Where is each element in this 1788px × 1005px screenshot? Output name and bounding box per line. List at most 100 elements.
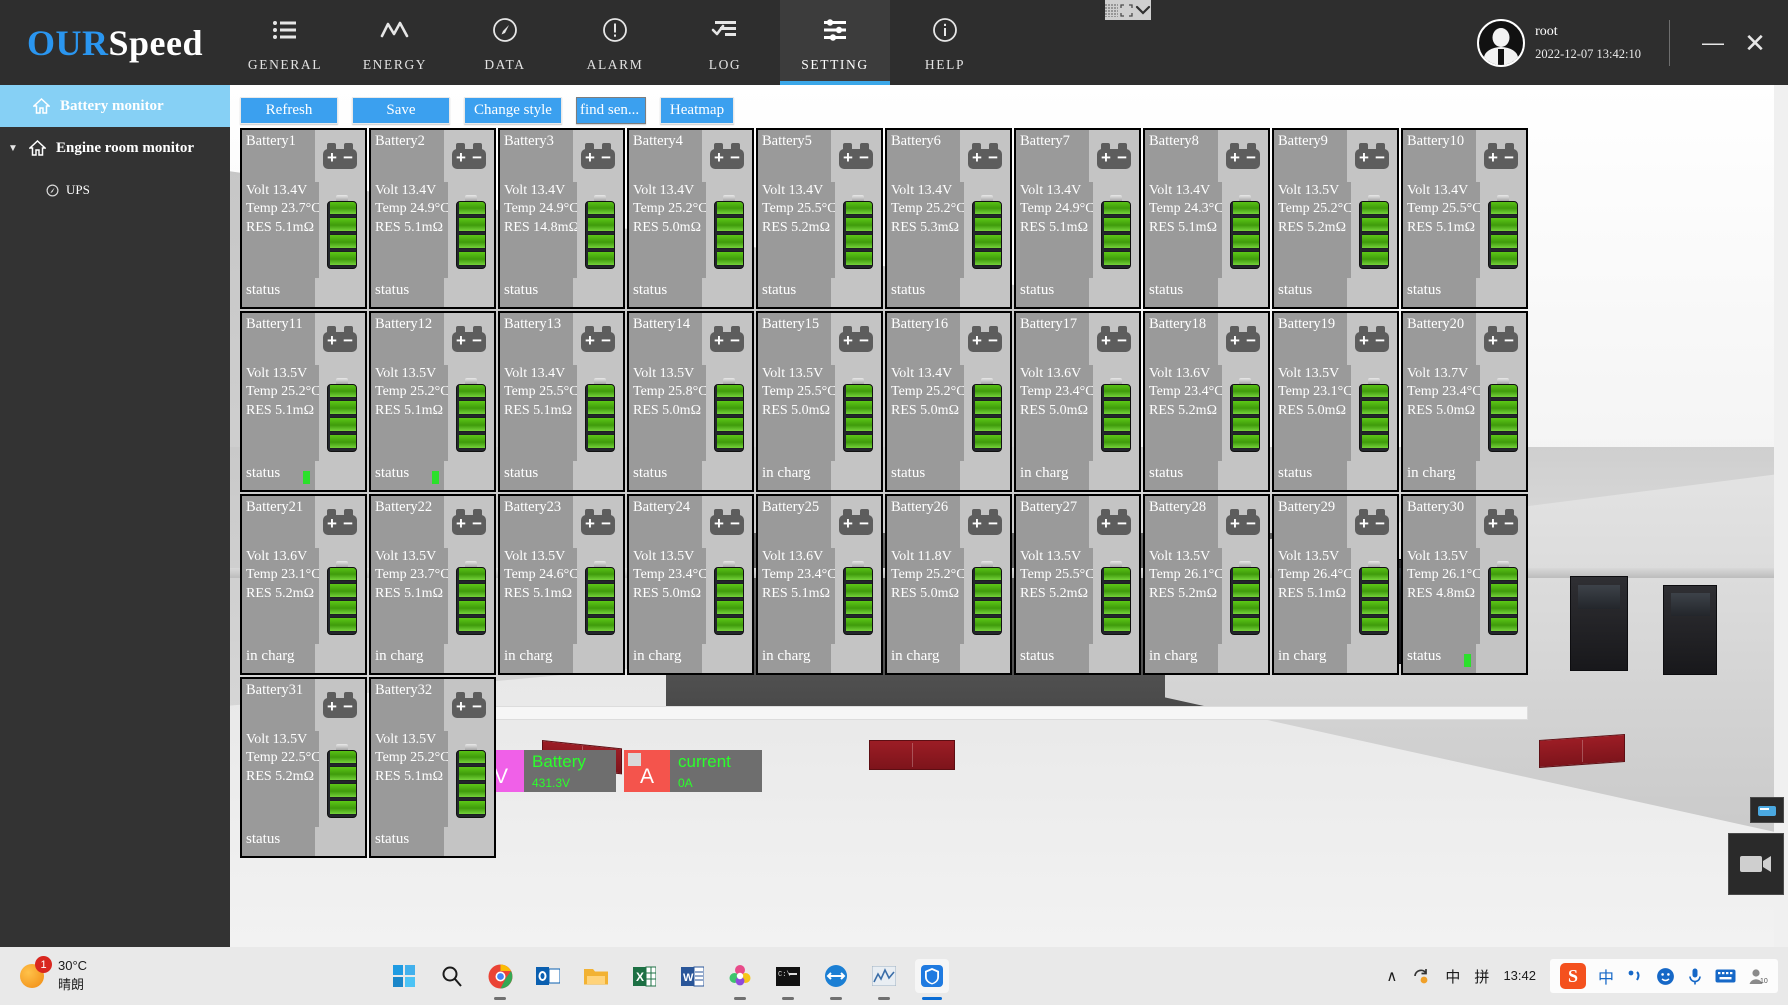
nav-energy[interactable]: ENERGY xyxy=(340,0,450,85)
caret-down-icon[interactable]: ▼ xyxy=(0,143,26,154)
save-button[interactable]: Save xyxy=(352,97,450,124)
punctuation-toggle[interactable] xyxy=(1626,968,1644,984)
find-sensor-button[interactable]: find sen... xyxy=(576,97,646,124)
nav-alarm[interactable]: ALARM xyxy=(560,0,670,85)
battery-card-body: Volt 13.5VTemp 26.4°CRES 5.1mΩ xyxy=(1274,548,1397,648)
battery-card-body: Volt 13.4VTemp 25.2°CRES 5.3mΩ xyxy=(887,182,1010,282)
battery-card[interactable]: Battery8+−Volt 13.4VTemp 24.3°CRES 5.1mΩ… xyxy=(1143,128,1270,309)
nav-data[interactable]: DATA xyxy=(450,0,560,85)
file-explorer-icon[interactable] xyxy=(579,959,613,993)
battery-card-footer: status xyxy=(500,278,623,307)
weather-widget[interactable]: 1 30°C 晴朗 xyxy=(20,957,87,995)
battery-card[interactable]: Battery14+−Volt 13.5VTemp 25.8°CRES 5.0m… xyxy=(627,311,754,492)
battery-card[interactable]: Battery26+−Volt 11.8VTemp 25.2°CRES 5.0m… xyxy=(885,494,1012,675)
battery-card[interactable]: Battery23+−Volt 13.5VTemp 24.6°CRES 5.1m… xyxy=(498,494,625,675)
battery-card[interactable]: Battery18+−Volt 13.6VTemp 23.4°CRES 5.2m… xyxy=(1143,311,1270,492)
battery-card[interactable]: Battery27+−Volt 13.5VTemp 25.5°CRES 5.2m… xyxy=(1014,494,1141,675)
outlook-icon[interactable] xyxy=(531,959,565,993)
network-tool-icon[interactable] xyxy=(819,959,853,993)
account-icon[interactable]: 10 xyxy=(1748,967,1768,985)
start-button[interactable] xyxy=(387,959,421,993)
battery-status: in charg xyxy=(887,648,939,665)
battery-resistance: RES 5.0mΩ xyxy=(891,585,964,603)
nav-log[interactable]: LOG xyxy=(670,0,780,85)
battery-voltage: Volt 13.5V xyxy=(375,548,448,566)
desktop-widget-camera[interactable] xyxy=(1728,833,1784,895)
battery-card[interactable]: Battery10+−Volt 13.4VTemp 25.5°CRES 5.1m… xyxy=(1401,128,1528,309)
expand-icon[interactable] xyxy=(1120,4,1133,17)
battery-card[interactable]: Battery29+−Volt 13.5VTemp 26.4°CRES 5.1m… xyxy=(1272,494,1399,675)
nav-label: GENERAL xyxy=(248,57,322,73)
battery-card[interactable]: Battery9+−Volt 13.5VTemp 25.2°CRES 5.2mΩ… xyxy=(1272,128,1399,309)
battery-status: status xyxy=(371,282,409,299)
change-style-button[interactable]: Change style xyxy=(464,97,562,124)
battery-card[interactable]: Battery19+−Volt 13.5VTemp 23.1°CRES 5.0m… xyxy=(1272,311,1399,492)
security-shield-icon[interactable] xyxy=(915,959,949,993)
battery-card[interactable]: Battery3+−Volt 13.4VTemp 24.9°CRES 14.8m… xyxy=(498,128,625,309)
sidebar-item-engine-room-monitor[interactable]: ▼ Engine room monitor xyxy=(0,127,230,169)
taskbar-clock[interactable]: 13:42 xyxy=(1503,968,1536,985)
battery-voltage: Volt 13.5V xyxy=(762,365,835,383)
battery-card[interactable]: Battery31+−Volt 13.5VTemp 22.5°CRES 5.2m… xyxy=(240,677,367,858)
monitor-chart-icon[interactable] xyxy=(867,959,901,993)
battery-card[interactable]: Battery12+−Volt 13.5VTemp 25.2°CRES 5.1m… xyxy=(369,311,496,492)
window-snap-chip[interactable] xyxy=(1105,0,1151,20)
nav-setting[interactable]: SETTING xyxy=(780,0,890,85)
battery-card-header: Battery16+− xyxy=(887,313,1010,365)
battery-card[interactable]: Battery11+−Volt 13.5VTemp 25.2°CRES 5.1m… xyxy=(240,311,367,492)
battery-card[interactable]: Battery30+−Volt 13.5VTemp 26.1°CRES 4.8m… xyxy=(1401,494,1528,675)
battery-card[interactable]: Battery4+−Volt 13.4VTemp 25.2°CRES 5.0mΩ… xyxy=(627,128,754,309)
ime-language-indicator[interactable]: 中 xyxy=(1445,966,1460,987)
microphone-icon[interactable] xyxy=(1687,967,1703,986)
heatmap-button[interactable]: Heatmap xyxy=(660,97,734,124)
battery-card[interactable]: Battery5+−Volt 13.4VTemp 25.5°CRES 5.2mΩ… xyxy=(756,128,883,309)
car-battery-icon: +− xyxy=(1476,496,1526,548)
ime-pinyin-indicator[interactable]: 拼 xyxy=(1474,966,1489,987)
battery-voltage: Volt 13.5V xyxy=(246,365,319,383)
battery-card[interactable]: Battery2+−Volt 13.4VTemp 24.9°CRES 5.1mΩ… xyxy=(369,128,496,309)
sidebar-item-ups[interactable]: UPS xyxy=(0,169,230,211)
battery-card-body: Volt 13.5VTemp 23.7°CRES 5.1mΩ xyxy=(371,548,494,648)
battery-card[interactable]: Battery25+−Volt 13.6VTemp 23.4°CRES 5.1m… xyxy=(756,494,883,675)
sidebar-item-battery-monitor[interactable]: Battery monitor xyxy=(0,85,230,127)
battery-readings: Volt 11.8VTemp 25.2°CRES 5.0mΩ xyxy=(887,548,964,648)
emoji-icon[interactable] xyxy=(1656,967,1675,986)
battery-card[interactable]: Battery28+−Volt 13.5VTemp 26.1°CRES 5.2m… xyxy=(1143,494,1270,675)
battery-card[interactable]: Battery17+−Volt 13.6VTemp 23.4°CRES 5.0m… xyxy=(1014,311,1141,492)
photos-icon[interactable] xyxy=(723,959,757,993)
battery-status: status xyxy=(1145,282,1183,299)
battery-card[interactable]: Battery15+−Volt 13.5VTemp 25.5°CRES 5.0m… xyxy=(756,311,883,492)
battery-card[interactable]: Battery16+−Volt 13.4VTemp 25.2°CRES 5.0m… xyxy=(885,311,1012,492)
battery-card[interactable]: Battery7+−Volt 13.4VTemp 24.9°CRES 5.1mΩ… xyxy=(1014,128,1141,309)
sync-icon[interactable] xyxy=(1411,967,1431,985)
battery-card[interactable]: Battery6+−Volt 13.4VTemp 25.2°CRES 5.3mΩ… xyxy=(885,128,1012,309)
chrome-icon[interactable] xyxy=(483,959,517,993)
sogou-lang-toggle[interactable]: 中 xyxy=(1598,964,1614,988)
close-button[interactable]: ✕ xyxy=(1734,30,1776,56)
battery-card[interactable]: Battery1+−Volt 13.4VTemp 23.7°CRES 5.1mΩ… xyxy=(240,128,367,309)
chevron-down-icon[interactable] xyxy=(1135,4,1151,16)
battery-card[interactable]: Battery24+−Volt 13.5VTemp 23.4°CRES 5.0m… xyxy=(627,494,754,675)
terminal-icon[interactable]: C:\ xyxy=(771,959,805,993)
keyboard-icon[interactable] xyxy=(1715,968,1736,984)
battery-card[interactable]: Battery13+−Volt 13.4VTemp 25.5°CRES 5.1m… xyxy=(498,311,625,492)
battery-card[interactable]: Battery32+−Volt 13.5VTemp 25.2°CRES 5.1m… xyxy=(369,677,496,858)
battery-name: Battery30 xyxy=(1403,496,1464,516)
battery-readings: Volt 13.5VTemp 25.8°CRES 5.0mΩ xyxy=(629,365,706,465)
minimize-button[interactable]: — xyxy=(1692,32,1734,54)
battery-readings: Volt 13.4VTemp 24.9°CRES 14.8mΩ xyxy=(500,182,577,282)
excel-icon[interactable]: X xyxy=(627,959,661,993)
battery-name: Battery20 xyxy=(1403,313,1464,333)
refresh-button[interactable]: Refresh xyxy=(240,97,338,124)
word-icon[interactable]: W xyxy=(675,959,709,993)
battery-card[interactable]: Battery20+−Volt 13.7VTemp 23.4°CRES 5.0m… xyxy=(1401,311,1528,492)
tray-expand-icon[interactable]: ∧ xyxy=(1386,967,1397,985)
battery-card[interactable]: Battery22+−Volt 13.5VTemp 23.7°CRES 5.1m… xyxy=(369,494,496,675)
nav-general[interactable]: GENERAL xyxy=(230,0,340,85)
nav-help[interactable]: HELP xyxy=(890,0,1000,85)
battery-card-header: Battery20+− xyxy=(1403,313,1526,365)
search-icon[interactable] xyxy=(435,959,469,993)
sogou-logo-icon[interactable]: S xyxy=(1560,963,1586,989)
battery-card[interactable]: Battery21+−Volt 13.6VTemp 23.1°CRES 5.2m… xyxy=(240,494,367,675)
desktop-widget-preview[interactable] xyxy=(1750,797,1784,823)
